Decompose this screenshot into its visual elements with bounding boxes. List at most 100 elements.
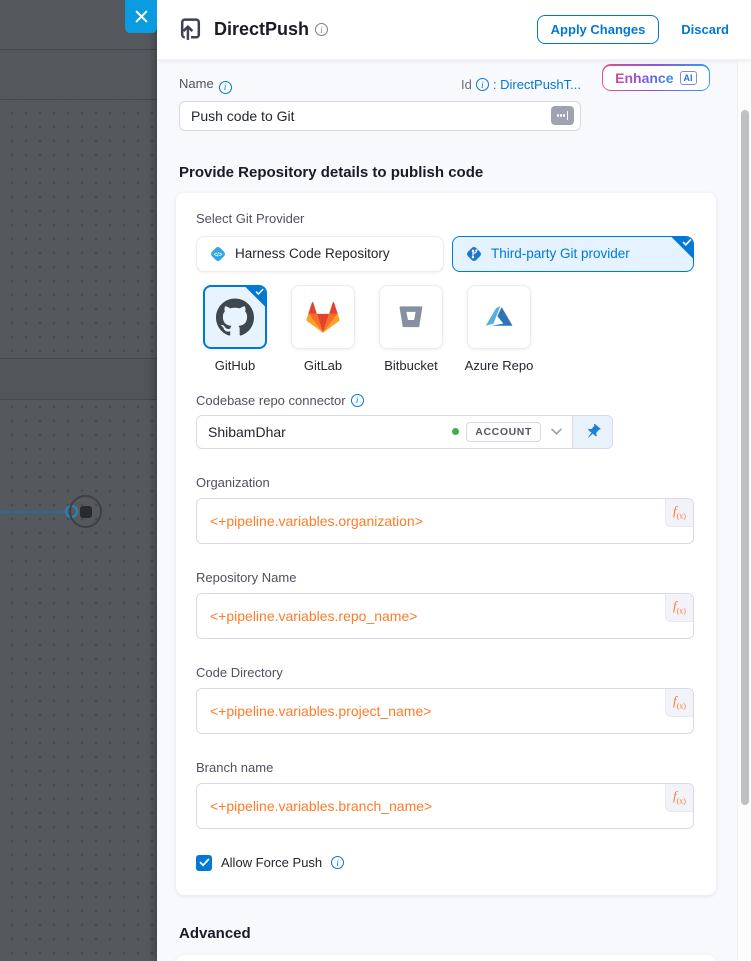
gitlab-icon	[303, 297, 343, 337]
fx-expression-button[interactable]: f(x)	[665, 594, 693, 622]
discard-button[interactable]: Discard	[675, 21, 735, 38]
pipeline-end-node[interactable]	[69, 495, 102, 528]
bitbucket-tile[interactable]	[379, 285, 443, 349]
connector-value: ShibamDhar	[208, 424, 286, 440]
name-label: Namei	[179, 76, 232, 94]
tile-label: Bitbucket	[384, 358, 437, 373]
canvas-divider	[0, 399, 157, 400]
canvas-dot-grid	[0, 100, 157, 961]
advanced-section-heading: Advanced	[179, 925, 737, 942]
name-input[interactable]: Push code to Git	[179, 101, 581, 131]
github-tile[interactable]	[203, 285, 267, 349]
git-provider-label: Select Git Provider	[196, 211, 696, 226]
name-row: Namei Id i : DirectPushT...	[179, 76, 581, 94]
step-id: Id i : DirectPushT...	[461, 77, 581, 92]
panel-body: Namei Id i : DirectPushT... Push code to…	[157, 60, 737, 961]
field-label-branch-name: Branch name	[196, 760, 696, 775]
selected-corner-check	[670, 236, 694, 260]
force-push-checkbox[interactable]	[196, 855, 212, 871]
gitlab-tile[interactable]	[291, 285, 355, 349]
tile-label: Azure Repo	[465, 358, 534, 373]
provider-azure: Azure Repo	[467, 285, 531, 373]
id-info-icon[interactable]: i	[476, 78, 489, 91]
provider-type-thirdparty[interactable]: Third-party Git provider	[452, 236, 694, 272]
azure-repo-tile[interactable]	[467, 285, 531, 349]
provider-gitlab: GitLab	[291, 285, 355, 373]
canvas-divider	[0, 358, 157, 359]
chevron-down-icon	[551, 428, 562, 435]
scrollbar-thumb[interactable]	[741, 110, 749, 805]
provider-type-harness[interactable]: </> Harness Code Repository	[196, 236, 444, 272]
apply-changes-button[interactable]: Apply Changes	[537, 15, 660, 44]
organization-input[interactable]: <+pipeline.variables.organization> f(x)	[196, 498, 694, 544]
check-icon	[682, 238, 692, 247]
provider-type-label: Third-party Git provider	[491, 246, 630, 261]
enhance-label: Enhance	[615, 70, 673, 86]
azure-repo-icon	[481, 299, 517, 335]
provider-github: GitHub	[203, 285, 267, 373]
provider-bitbucket: Bitbucket	[379, 285, 443, 373]
tile-label: GitHub	[215, 358, 255, 373]
expression-value: <+pipeline.variables.project_name>	[210, 703, 431, 719]
pin-icon	[584, 423, 602, 441]
connectivity-status-dot	[452, 428, 459, 435]
harness-code-icon: </>	[209, 245, 227, 263]
expression-value: <+pipeline.variables.branch_name>	[210, 798, 432, 814]
ai-badge: AI	[680, 71, 697, 85]
id-value[interactable]: : DirectPushT...	[493, 77, 581, 92]
force-push-info-icon[interactable]: i	[331, 856, 344, 869]
field-label-repository-name: Repository Name	[196, 570, 696, 585]
check-icon	[255, 288, 264, 296]
pipeline-canvas	[0, 0, 157, 961]
expression-value: <+pipeline.variables.repo_name>	[210, 608, 417, 624]
repository-name-input[interactable]: <+pipeline.variables.repo_name> f(x)	[196, 593, 694, 639]
panel-scrollbar[interactable]	[737, 60, 751, 961]
svg-text:</>: </>	[214, 252, 223, 258]
id-label: Id	[461, 77, 472, 92]
panel-header: DirectPush i Apply Changes Discard	[157, 0, 751, 60]
stage-band	[0, 359, 157, 399]
check-icon	[199, 858, 210, 867]
connector-label: Codebase repo connectori	[196, 393, 696, 408]
repo-details-card: Select Git Provider </> Harness Code Rep…	[176, 193, 716, 895]
force-push-row: Allow Force Push i	[196, 855, 696, 871]
advanced-card	[176, 955, 716, 961]
git-branch-icon	[465, 245, 483, 263]
provider-type-row: </> Harness Code Repository Third-party …	[196, 236, 696, 272]
connector-field[interactable]: ShibamDhar ACCOUNT	[196, 415, 613, 449]
connector-chevron-button[interactable]	[541, 428, 572, 435]
code-directory-input[interactable]: <+pipeline.variables.project_name> f(x)	[196, 688, 694, 734]
provider-type-label: Harness Code Repository	[235, 246, 390, 261]
bitbucket-icon	[396, 302, 426, 332]
close-icon	[135, 10, 148, 23]
repo-section-heading: Provide Repository details to publish co…	[179, 164, 737, 181]
pin-connector-button[interactable]	[572, 416, 612, 448]
fx-expression-button[interactable]: f(x)	[665, 499, 693, 527]
name-info-icon[interactable]: i	[219, 81, 232, 94]
stop-square-icon	[80, 506, 92, 518]
enhance-ai-button[interactable]: Enhance AI	[602, 64, 710, 91]
field-label-organization: Organization	[196, 475, 696, 490]
tile-label: GitLab	[304, 358, 342, 373]
name-value: Push code to Git	[191, 108, 295, 124]
close-drawer-button[interactable]	[125, 0, 157, 33]
force-push-label: Allow Force Push	[221, 855, 322, 870]
pipeline-edge	[0, 511, 66, 513]
connector-info-icon[interactable]: i	[351, 394, 364, 407]
fx-expression-button[interactable]: f(x)	[665, 689, 693, 717]
connector-controls: ACCOUNT	[452, 416, 612, 448]
step-info-icon[interactable]: i	[315, 23, 328, 36]
step-config-panel: DirectPush i Apply Changes Discard Namei…	[157, 0, 751, 961]
field-label-code-directory: Code Directory	[196, 665, 696, 680]
edit-id-button[interactable]	[551, 106, 574, 125]
branch-name-input[interactable]: <+pipeline.variables.branch_name> f(x)	[196, 783, 694, 829]
direct-push-step-icon	[177, 16, 204, 43]
fx-expression-button[interactable]: f(x)	[665, 784, 693, 812]
github-icon	[216, 298, 254, 336]
git-provider-tiles: GitHub GitLab	[203, 285, 696, 373]
canvas-divider	[0, 99, 157, 100]
canvas-divider	[0, 49, 157, 50]
expression-value: <+pipeline.variables.organization>	[210, 513, 423, 529]
scope-badge: ACCOUNT	[466, 422, 541, 442]
step-title: DirectPush	[214, 19, 309, 40]
